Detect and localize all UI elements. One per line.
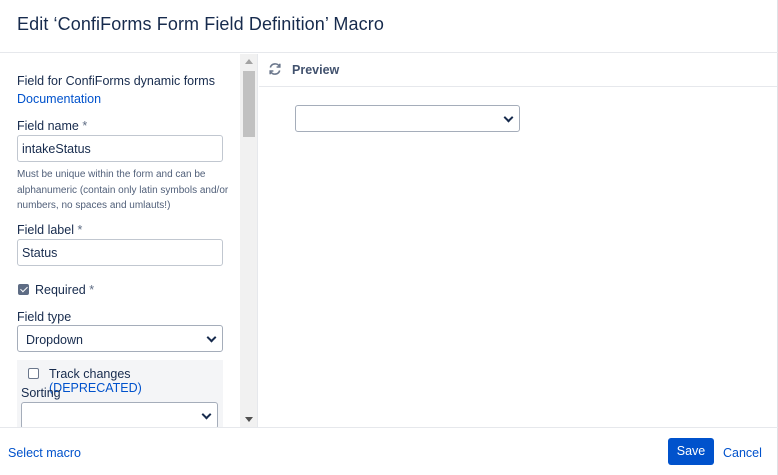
select-macro-link[interactable]: Select macro [8,446,81,460]
field-type-label: Field type [17,310,72,324]
chevron-down-icon [503,112,514,123]
field-name-input[interactable] [17,135,223,162]
required-mark: * [82,119,88,133]
field-name-hint: Must be unique within the form and can b… [17,169,229,211]
macro-editor-dialog: Edit ‘ConfiForms Form Field Definition’ … [0,0,778,475]
documentation-link[interactable]: Documentation [17,92,101,106]
track-changes-checkbox[interactable] [28,368,39,379]
parameters-scroll-area[interactable]: Field for ConfiForms dynamic forms Docum… [0,54,240,427]
macro-description: Field for ConfiForms dynamic forms [17,74,215,88]
dialog-title: Edit ‘ConfiForms Form Field Definition’ … [17,14,384,34]
field-type-select[interactable]: Dropdown [17,325,223,352]
dialog-header: Edit ‘ConfiForms Form Field Definition’ … [0,0,778,53]
required-mark: * [89,283,95,297]
preview-title: Preview [292,63,340,77]
dialog-footer: Select macro Save Cancel [0,427,778,475]
field-type-value: Dropdown [26,333,83,347]
macro-parameters-pane: Field for ConfiForms dynamic forms Docum… [0,54,258,427]
field-name-label-text: Field name [17,119,79,133]
save-button[interactable]: Save [668,438,714,465]
required-checkbox[interactable] [18,284,29,295]
track-changes-label-text: Track changes [49,367,131,381]
scroll-up-arrow-icon[interactable] [245,59,253,64]
field-name-label: Field name * [17,119,87,133]
scrollbar-thumb[interactable] [243,71,255,137]
track-changes-label: Track changes (DEPRECATED) [49,367,223,395]
sorting-label: Sorting [21,386,61,400]
required-label-text: Required [35,283,86,297]
preview-dropdown[interactable] [295,105,520,132]
advanced-options-panel: Track changes (DEPRECATED) Sorting [17,360,223,427]
preview-pane: Preview [259,54,777,427]
field-label-input[interactable] [17,239,223,266]
parameters-scrollbar[interactable] [240,54,257,427]
deprecated-link[interactable]: (DEPRECATED) [49,381,142,395]
scroll-down-arrow-icon[interactable] [245,417,253,422]
required-label: Required * [35,283,94,297]
field-label-label-text: Field label [17,223,74,237]
cancel-button[interactable]: Cancel [723,446,762,460]
preview-header: Preview [259,54,777,87]
chevron-down-icon [201,409,212,420]
refresh-icon[interactable] [268,62,282,76]
chevron-down-icon [206,332,217,343]
sorting-select[interactable] [21,402,218,427]
required-mark: * [77,223,83,237]
field-label-label: Field label * [17,223,82,237]
